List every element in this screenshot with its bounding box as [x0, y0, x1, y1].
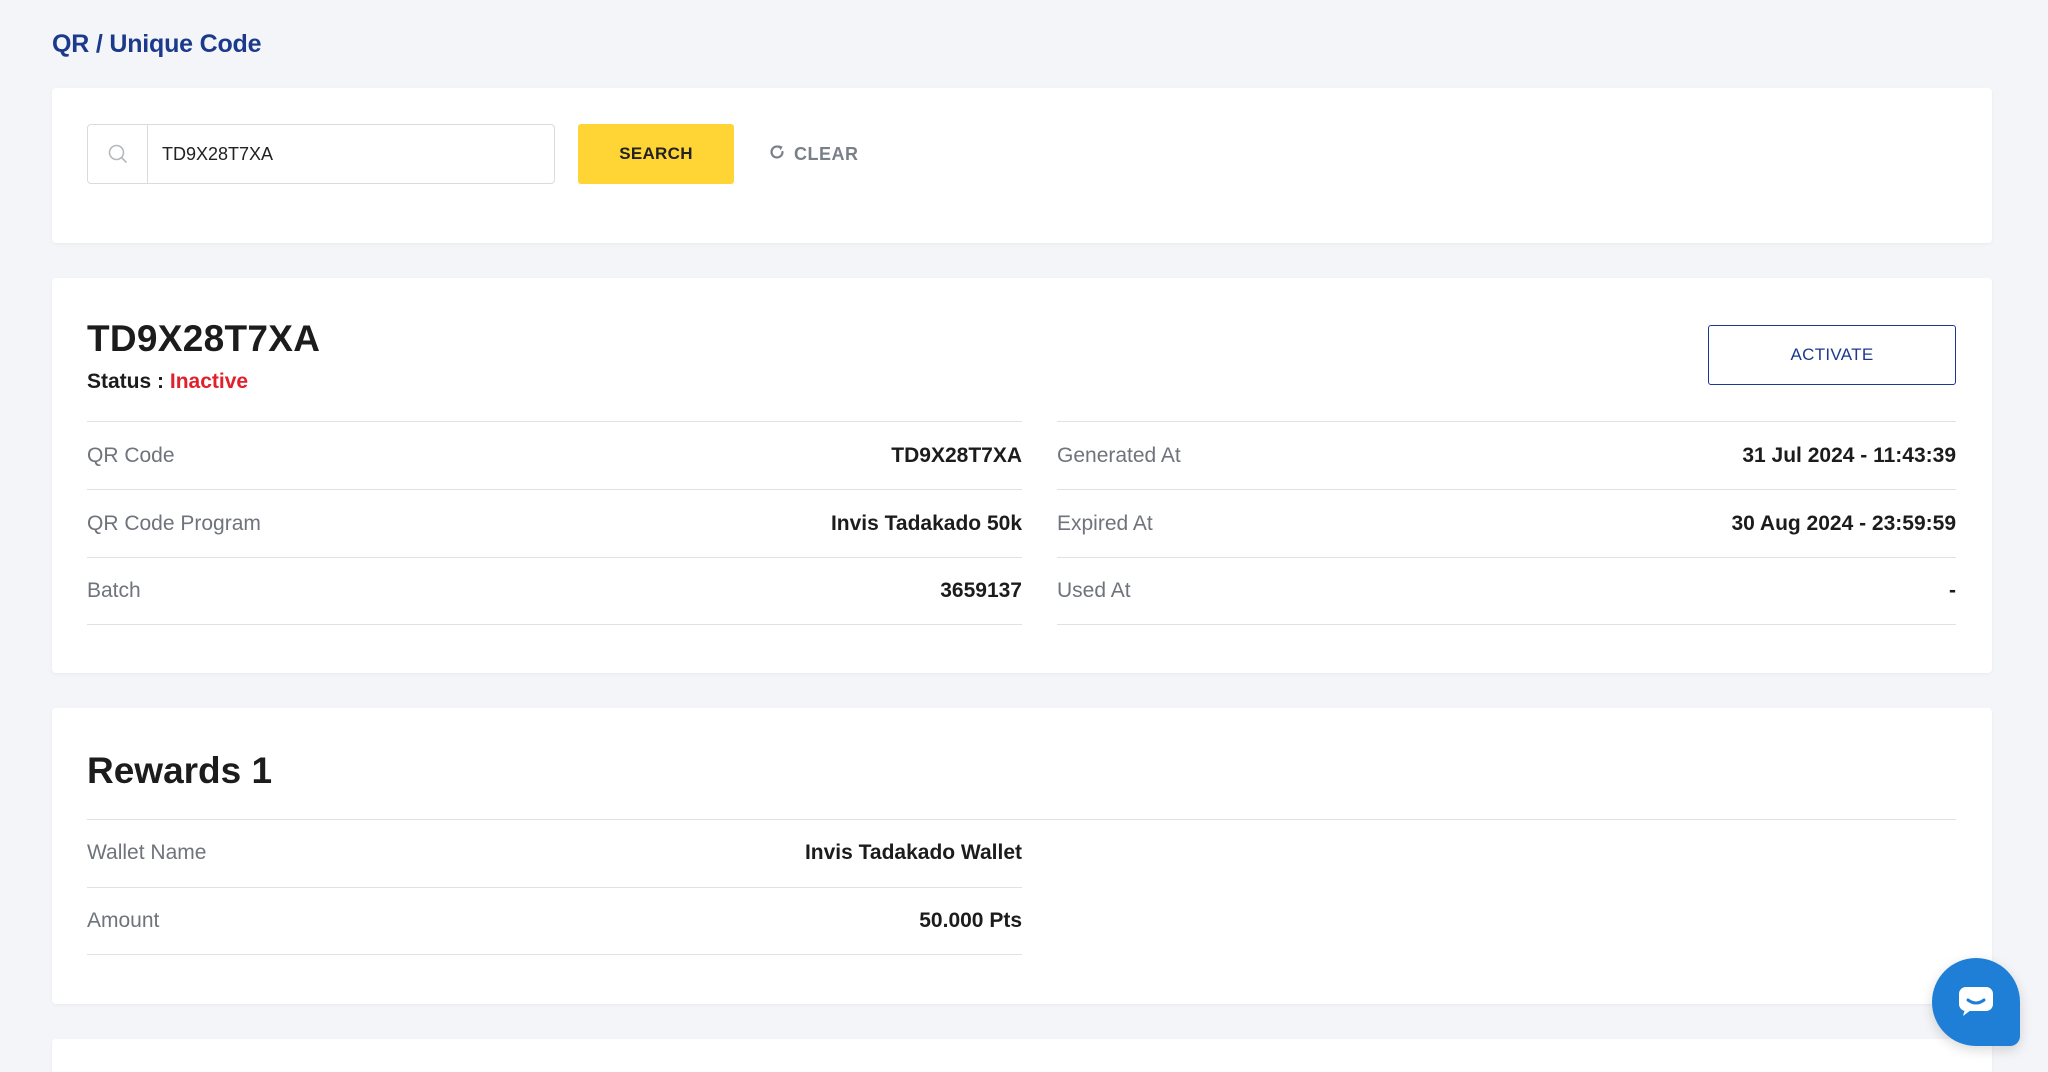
status-label: Status :	[87, 370, 165, 393]
chat-icon	[1957, 985, 1995, 1020]
info-label: Wallet Name	[87, 841, 207, 864]
info-row-wallet-name: Wallet Name Invis Tadakado Wallet	[87, 819, 1022, 887]
info-row-batch: Batch 3659137	[87, 557, 1022, 625]
info-row-qr-code-program: QR Code Program Invis Tadakado 50k	[87, 489, 1022, 557]
info-label: Used At	[1057, 579, 1131, 602]
info-label: Generated At	[1057, 443, 1181, 467]
search-icon	[88, 125, 148, 183]
rewards-title: Rewards 1	[87, 750, 273, 791]
info-label: Amount	[87, 909, 160, 932]
chat-button[interactable]	[1932, 958, 2020, 1046]
search-card: SEARCH CLEAR	[52, 88, 1992, 243]
qr-detail-card: TD9X28T7XA Status : Inactive ACTIVATE QR…	[52, 278, 1992, 673]
detail-right-column: Generated At 31 Jul 2024 - 11:43:39 Expi…	[1057, 421, 1956, 625]
search-button[interactable]: SEARCH	[578, 124, 734, 184]
info-value: 3659137	[940, 579, 1022, 602]
info-label: Batch	[87, 579, 141, 602]
info-value: Invis Tadakado Wallet	[804, 841, 1022, 864]
clear-button-label: CLEAR	[794, 143, 859, 164]
next-card	[52, 1039, 1992, 1072]
search-input[interactable]	[148, 125, 554, 183]
info-row-qr-code: QR Code TD9X28T7XA	[87, 421, 1022, 489]
info-value: 50.000 Pts	[919, 909, 1022, 932]
page-title: QR / Unique Code	[52, 30, 262, 58]
info-value: Invis Tadakado 50k	[830, 511, 1022, 535]
status-line: Status : Inactive	[87, 370, 248, 394]
info-row-used-at: Used At -	[1057, 557, 1956, 625]
info-label: QR Code	[87, 443, 175, 467]
info-row-amount: Amount 50.000 Pts	[87, 887, 1022, 955]
refresh-icon	[768, 143, 786, 166]
info-row-expired-at: Expired At 30 Aug 2024 - 23:59:59	[1057, 489, 1956, 557]
clear-button[interactable]: CLEAR	[768, 124, 859, 184]
rewards-column: Wallet Name Invis Tadakado Wallet Amount…	[87, 819, 1022, 955]
info-value: 30 Aug 2024 - 23:59:59	[1731, 511, 1956, 535]
activate-button[interactable]: ACTIVATE	[1708, 325, 1956, 385]
info-label: Expired At	[1057, 511, 1153, 535]
info-row-generated-at: Generated At 31 Jul 2024 - 11:43:39	[1057, 421, 1956, 489]
detail-left-column: QR Code TD9X28T7XA QR Code Program Invis…	[87, 421, 1022, 625]
search-box[interactable]	[87, 124, 555, 184]
code-title: TD9X28T7XA	[87, 318, 321, 359]
rewards-card: Rewards 1 Wallet Name Invis Tadakado Wal…	[52, 708, 1992, 1004]
page: QR / Unique Code SEARCH CLEAR TD9X	[0, 0, 2048, 1072]
info-value: TD9X28T7XA	[891, 443, 1022, 467]
status-badge: Inactive	[169, 370, 249, 393]
info-value: -	[1949, 579, 1956, 602]
info-label: QR Code Program	[87, 511, 261, 535]
info-value: 31 Jul 2024 - 11:43:39	[1742, 443, 1956, 467]
